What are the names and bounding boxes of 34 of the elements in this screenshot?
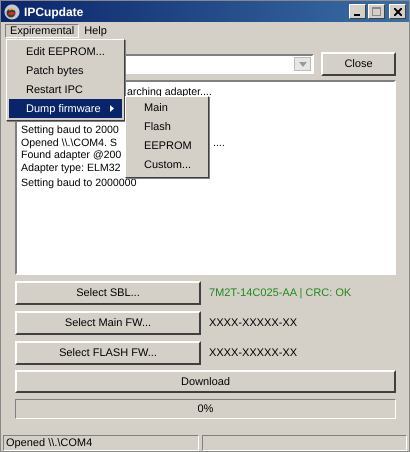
window-title: IPCupdate xyxy=(24,4,84,18)
menu-item[interactable]: Main xyxy=(128,99,206,118)
menu-item[interactable]: Patch bytes xyxy=(9,61,122,80)
minimize-button[interactable] xyxy=(349,4,366,19)
menu-item[interactable]: EEPROM xyxy=(128,137,206,156)
maximize-icon xyxy=(372,7,381,16)
log-line: arching adapter.... xyxy=(127,86,212,99)
minimize-icon xyxy=(354,14,360,16)
menu-item[interactable]: Expiremental xyxy=(5,24,80,38)
log-line: Opened \\.\COM4. S xyxy=(21,136,117,149)
maximize-button[interactable] xyxy=(368,4,385,19)
log-line: Found adapter @200 xyxy=(21,149,122,162)
log-line: Setting baud to 2000000 xyxy=(21,176,136,189)
log-line: Adapter type: ELM32 xyxy=(21,162,121,174)
menu-item[interactable]: Custom... xyxy=(128,156,206,175)
firmware-version: 7M2T-14C025-AA | CRC: OK xyxy=(209,287,352,299)
download-button[interactable]: Download xyxy=(15,370,396,393)
menu-item[interactable]: Edit EEPROM... xyxy=(9,42,122,61)
log-line: Setting baud to 2000 xyxy=(21,124,119,136)
dropdown-arrow-icon xyxy=(298,62,306,66)
menu-item[interactable]: Flash xyxy=(128,118,206,137)
menu-item[interactable]: Help xyxy=(79,24,112,38)
select-file-button[interactable]: Select SBL... xyxy=(15,281,201,305)
log-line: .... xyxy=(213,136,225,150)
menu-item[interactable]: Restart IPC xyxy=(9,80,122,99)
firmware-version: XXXX-XXXXX-XX xyxy=(209,347,298,359)
menu-item[interactable]: Dump firmware xyxy=(9,99,122,118)
firmware-version: XXXX-XXXXX-XX xyxy=(209,317,298,329)
close-icon xyxy=(394,8,402,16)
close-button[interactable] xyxy=(389,4,406,19)
select-file-button[interactable]: Select FLASH FW... xyxy=(15,341,201,365)
close-button[interactable]: Close xyxy=(321,52,396,76)
select-file-button[interactable]: Select Main FW... xyxy=(15,311,201,335)
status-text: Opened \\.\COM4 xyxy=(3,435,199,451)
